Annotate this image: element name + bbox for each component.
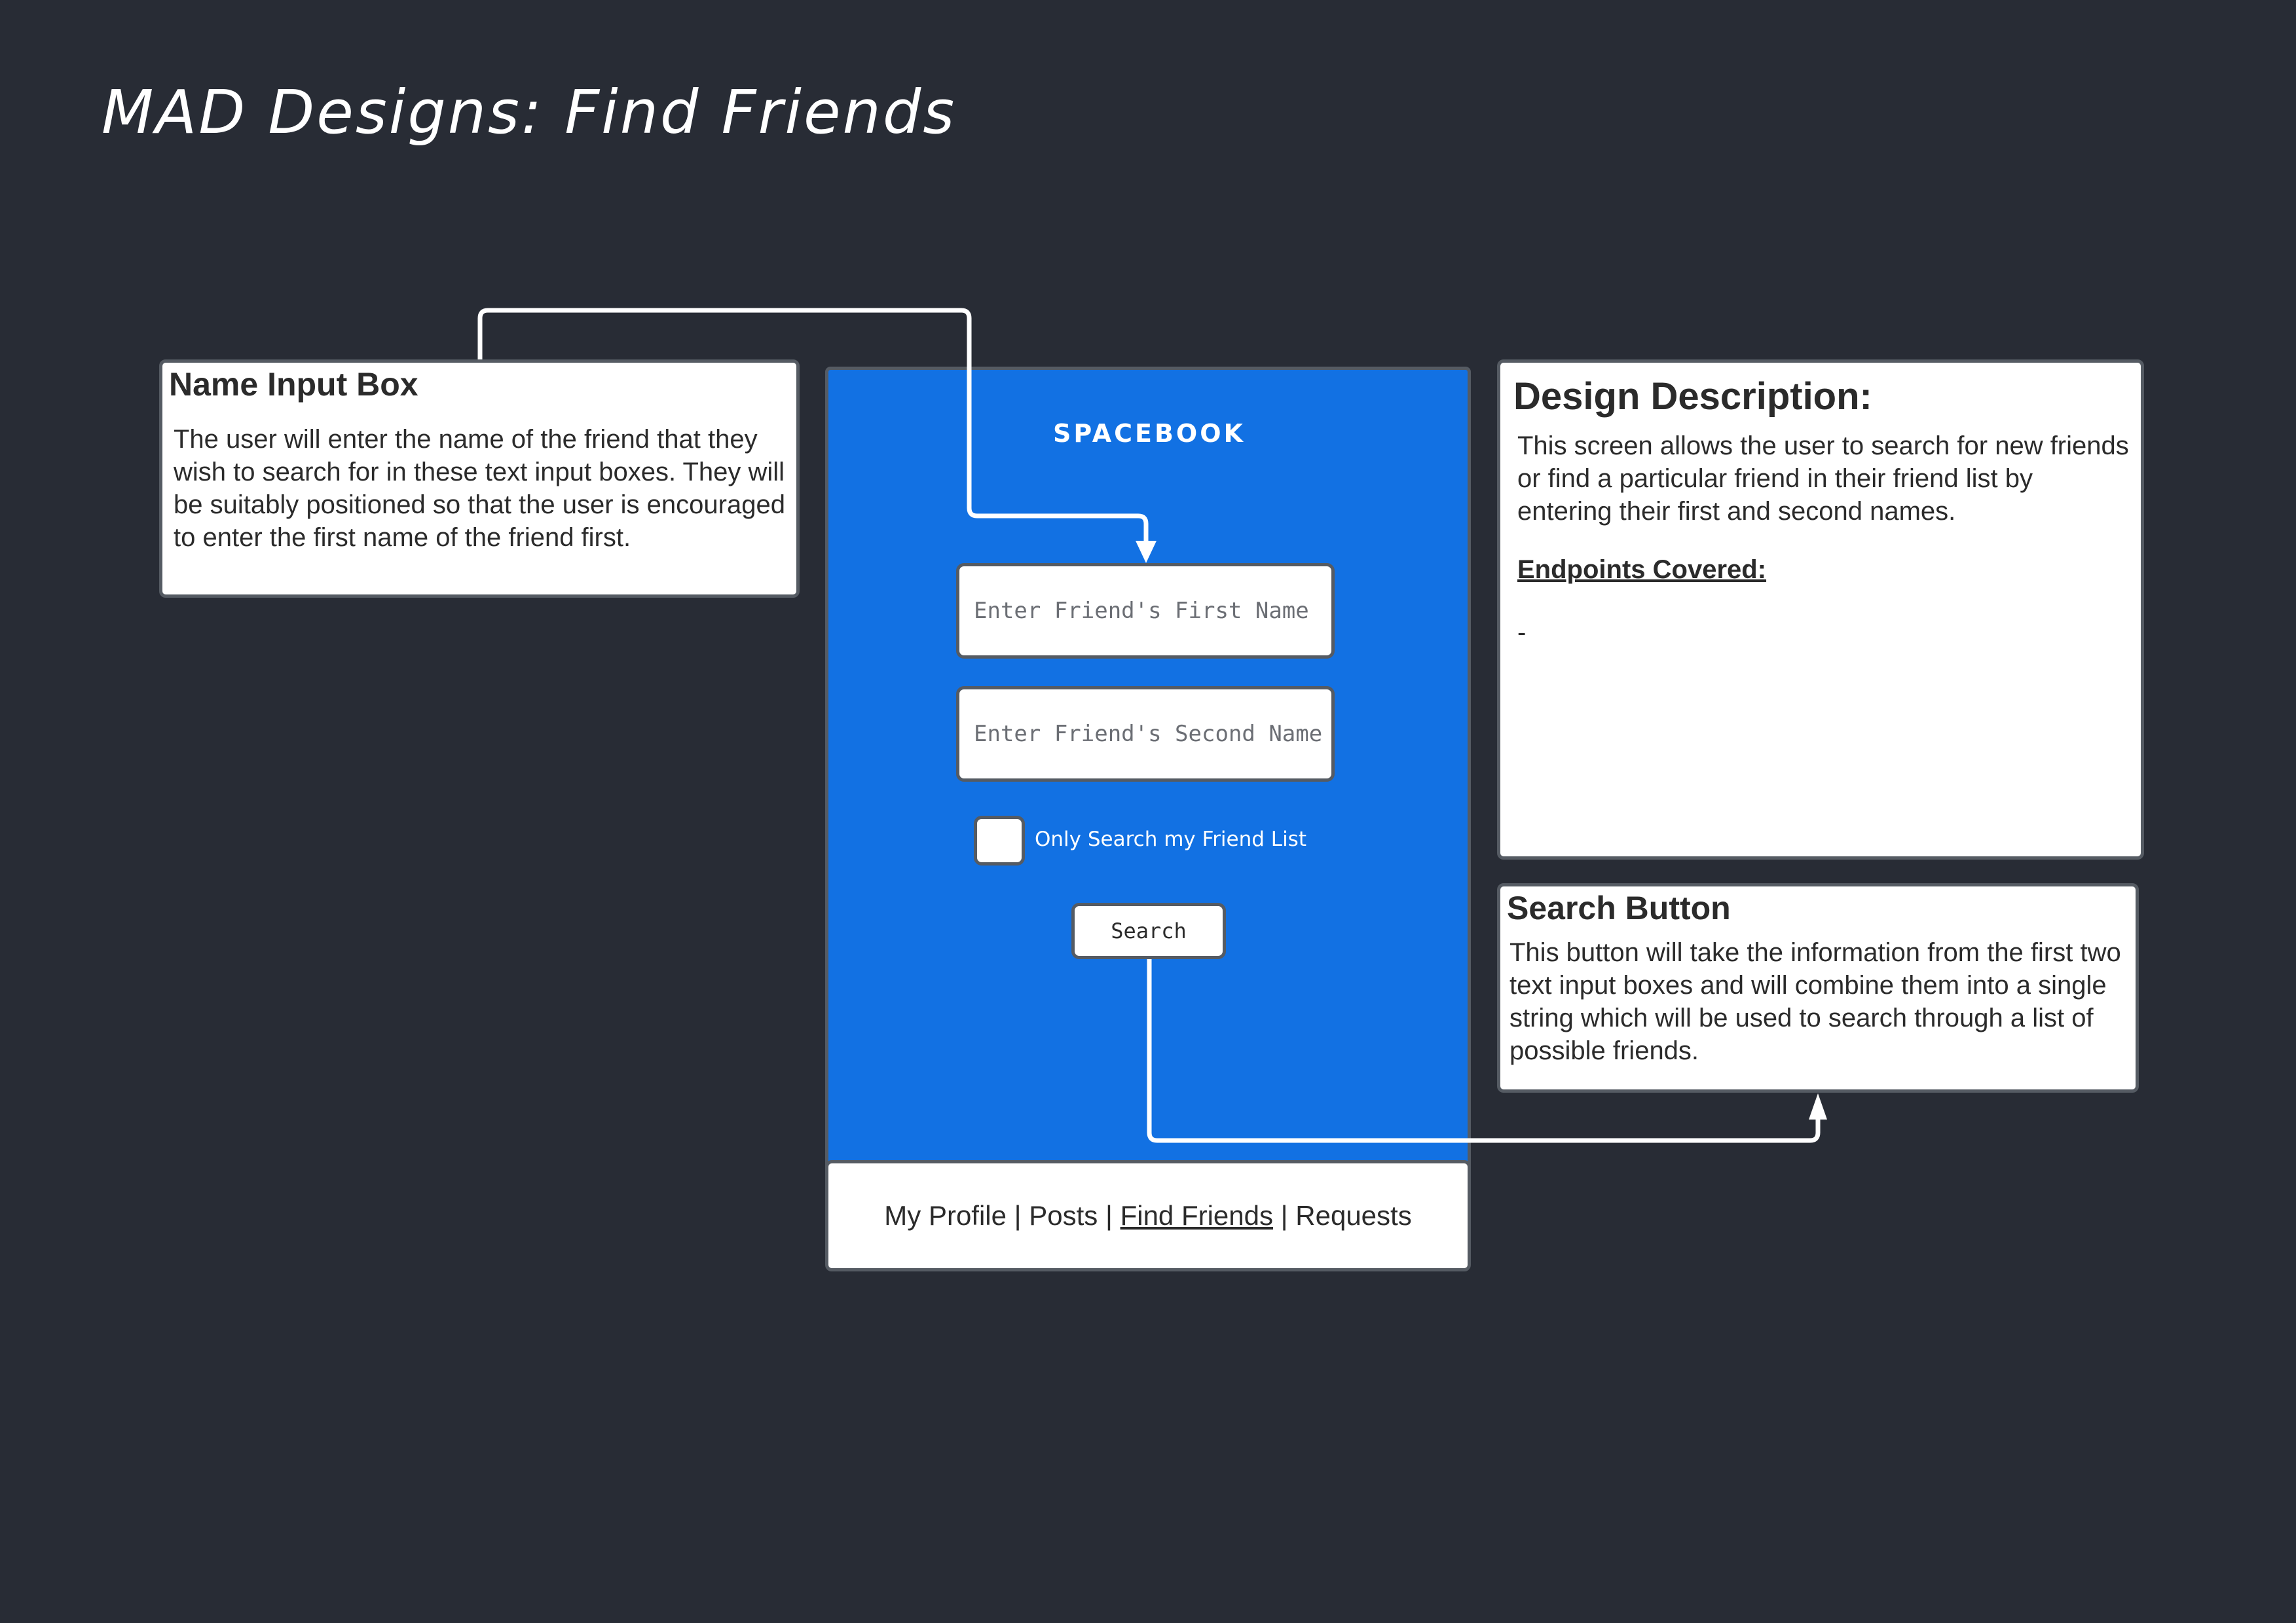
arrow-head-down <box>1136 541 1157 563</box>
connector-arrows <box>477 308 1827 1143</box>
name-input-connector <box>477 308 1149 543</box>
search-button-connector <box>1147 959 1821 1143</box>
arrow-head-up <box>1809 1093 1827 1120</box>
